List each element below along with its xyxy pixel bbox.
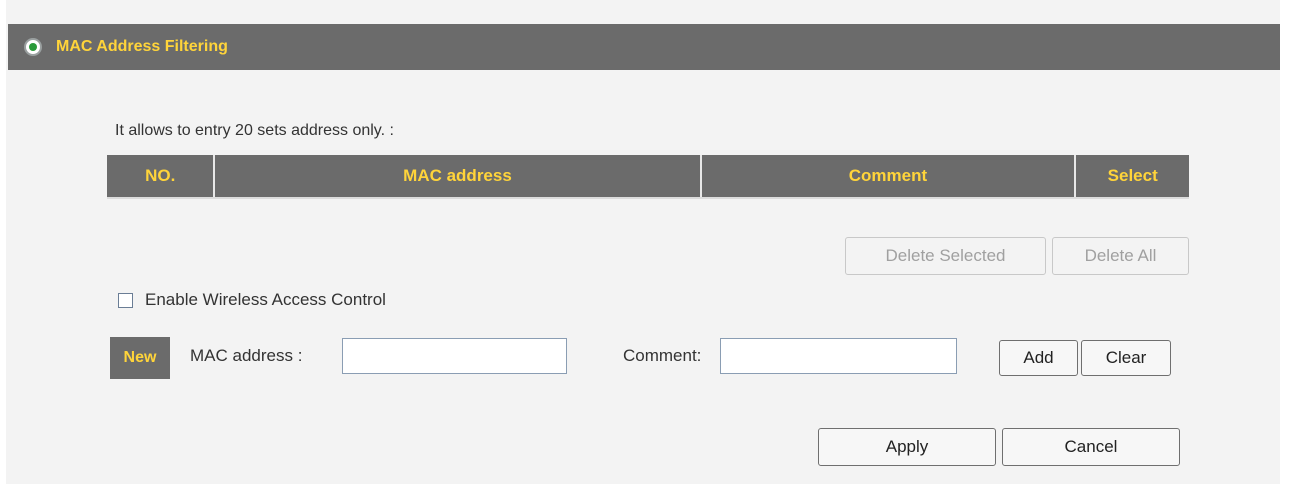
column-mac-address: MAC address (213, 155, 701, 199)
mac-filter-table: NO. MAC address Comment Select (107, 155, 1189, 199)
radio-on-icon (24, 38, 42, 56)
column-comment: Comment (699, 155, 1076, 199)
column-select: Select (1074, 155, 1189, 199)
cancel-button[interactable]: Cancel (1002, 428, 1180, 466)
apply-button[interactable]: Apply (818, 428, 996, 466)
delete-selected-button[interactable]: Delete Selected (845, 237, 1046, 275)
enable-access-control-checkbox[interactable] (118, 292, 133, 308)
column-no: NO. (107, 155, 215, 199)
mac-address-input[interactable] (342, 338, 567, 374)
add-button[interactable]: Add (999, 340, 1078, 376)
access-control-row: Enable Wireless Access Control (118, 290, 386, 310)
comment-input[interactable] (720, 338, 957, 374)
delete-all-button[interactable]: Delete All (1052, 237, 1189, 275)
mac-address-label: MAC address : (190, 346, 303, 365)
access-control-label: Enable Wireless Access Control (145, 290, 386, 309)
clear-button[interactable]: Clear (1081, 340, 1171, 376)
section-title: MAC Address Filtering (56, 38, 228, 55)
new-badge: New (110, 337, 170, 379)
table-header-row: NO. MAC address Comment Select (107, 155, 1189, 199)
info-text: It allows to entry 20 sets address only.… (115, 122, 394, 139)
comment-label: Comment: (623, 346, 702, 365)
section-header: MAC Address Filtering (8, 24, 1280, 70)
